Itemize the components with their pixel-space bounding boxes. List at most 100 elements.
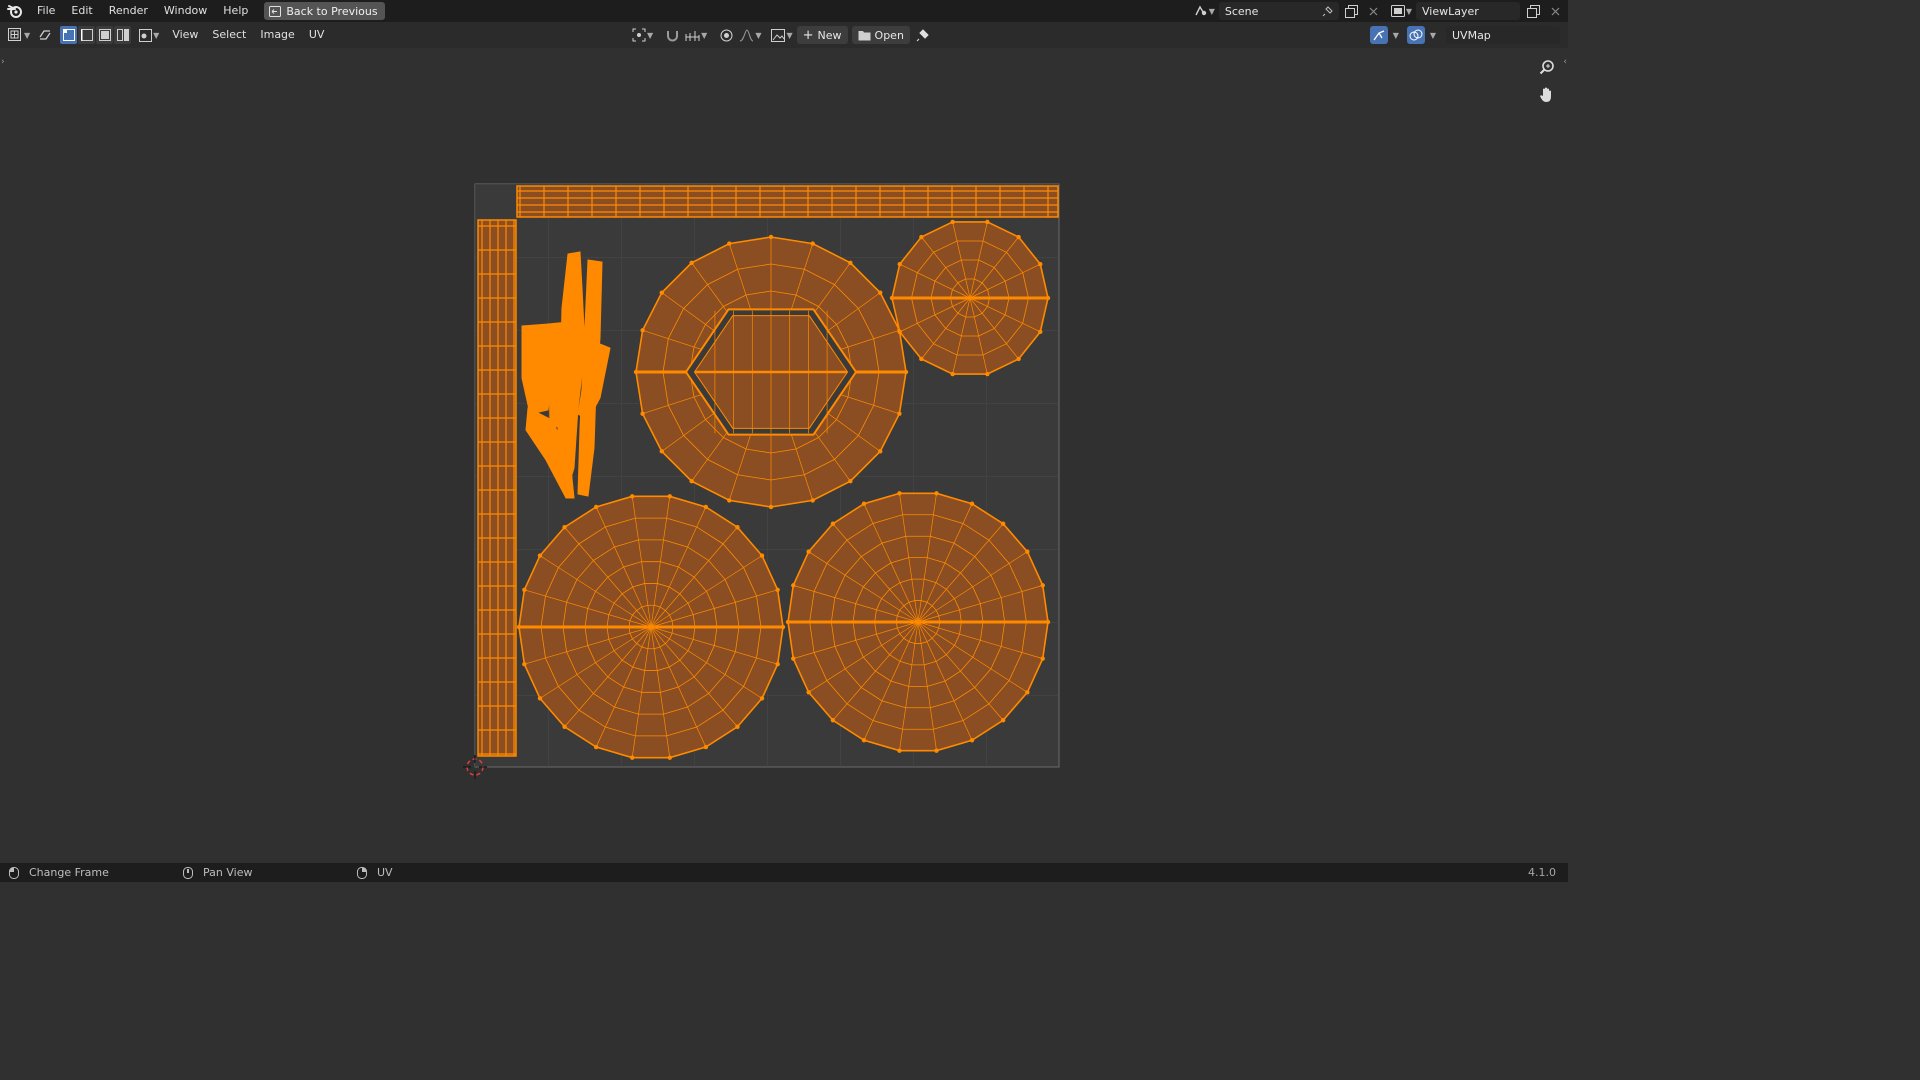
gizmo-toggle[interactable] (1369, 26, 1388, 44)
chevron-down-icon: ▼ (1405, 6, 1412, 16)
back-to-previous-button[interactable]: Back to Previous (264, 2, 385, 20)
chevron-down-icon[interactable]: ▼ (1393, 31, 1399, 40)
uv-island-bottom-left-disk-vertex (537, 553, 543, 558)
uv-island-bottom-left-disk-vertex (703, 504, 709, 510)
blender-logo-icon[interactable] (7, 3, 23, 19)
proportional-editing-toggle[interactable] (717, 26, 735, 44)
open-image-button[interactable]: Open (851, 26, 910, 44)
uv-island-ring-disk-vertex (848, 479, 853, 484)
uv-island-bottom-left-disk-vertex (703, 744, 709, 750)
menu-select[interactable]: Select (205, 22, 253, 48)
uv-layout-canvas[interactable] (0, 48, 1568, 863)
menu-help[interactable]: Help (215, 0, 256, 22)
uv-island-small-disk-vertex (950, 219, 955, 225)
view-layer-selector-button[interactable]: ▼ (1390, 2, 1412, 20)
sync-selection-toggle[interactable] (36, 26, 54, 44)
vertex-select-icon (62, 29, 75, 41)
proportional-falloff-button[interactable]: ▼ (739, 26, 761, 44)
new-image-label: New (817, 28, 842, 42)
uv-island-small-disk-vertex (950, 371, 955, 377)
menu-file[interactable]: File (29, 0, 63, 22)
uv-island-bottom-right-disk-vertex (806, 549, 811, 554)
status-pan-view: Pan View (183, 866, 348, 879)
header-right-tools: ▼ ▼ UVMap (1369, 26, 1560, 44)
status-bar: Change Frame Pan View UV 4.1.0 (0, 863, 1568, 882)
snap-target-button[interactable]: ▼ (685, 26, 707, 44)
uv-island-bottom-right-disk-vertex (1040, 656, 1045, 661)
vertex-select-mode-button[interactable] (60, 26, 78, 44)
uv-island-bottom-left-disk-vertex (775, 587, 780, 593)
scene-selector-button[interactable]: ▼ (1194, 2, 1215, 20)
uv-island-bottom-left-disk-vertex (522, 587, 527, 593)
uv-editor-header: ▼ ▼ View Select Image UV ▼ ▼ ▼ ▼ + New O… (0, 22, 1568, 48)
uv-island-bottom-left-disk-vertex (759, 553, 765, 558)
uv-island-bottom-right-disk-vertex (791, 583, 796, 588)
face-select-mode-button[interactable] (96, 26, 114, 44)
uv-island-ring-disk-vertex (659, 290, 664, 295)
uv-viewport[interactable]: › ‹ (0, 48, 1568, 863)
new-view-layer-button[interactable] (1524, 2, 1542, 20)
uv-island-small-disk-vertex (1038, 329, 1043, 335)
chevron-down-icon: ▼ (786, 30, 793, 40)
edge-select-mode-button[interactable] (78, 26, 96, 44)
island-select-mode-button[interactable] (114, 26, 132, 44)
chevron-down-icon: ▼ (755, 30, 762, 40)
pin-image-button[interactable] (914, 26, 932, 44)
gizmo-icon (1373, 29, 1384, 40)
uv-island-ring-disk-vertex (689, 479, 694, 484)
status-change-frame: Change Frame (9, 866, 174, 879)
uv-island-ring-disk-vertex (810, 498, 815, 503)
uv-island-bottom-right-disk-vertex (1040, 583, 1045, 588)
scene-icon (1195, 5, 1206, 16)
sticky-select-icon (139, 28, 153, 42)
chevron-down-icon: ▼ (153, 30, 160, 40)
menu-edit[interactable]: Edit (63, 0, 100, 22)
sticky-selection-button[interactable]: ▼ (139, 26, 159, 44)
status-change-frame-label: Change Frame (29, 866, 109, 879)
scene-name-field[interactable]: Scene (1218, 2, 1339, 20)
version-label: 4.1.0 (1528, 866, 1556, 879)
menu-uv[interactable]: UV (302, 22, 332, 48)
overlay-toggle[interactable] (1406, 26, 1425, 44)
editor-type-button[interactable]: ▼ (8, 26, 30, 44)
uv-island-ring-disk-vertex (878, 449, 883, 454)
uv-island-finger (521, 323, 553, 415)
image-browse-button[interactable]: ▼ (771, 26, 793, 44)
menu-view[interactable]: View (165, 22, 205, 48)
new-image-button[interactable]: + New (796, 26, 848, 44)
uv-island-bottom-right-disk-vertex (1000, 718, 1006, 723)
uv-island-bottom-right-disk-vertex (969, 501, 975, 506)
falloff-curve-icon (740, 28, 754, 41)
chevron-down-icon[interactable]: ▼ (1430, 31, 1436, 40)
menu-window[interactable]: Window (156, 0, 215, 22)
mouse-left-icon (9, 866, 19, 879)
delete-view-layer-button[interactable] (1546, 2, 1564, 20)
uv-island-bottom-left-disk-vertex (537, 696, 543, 701)
uv-island-bottom-right-disk-vertex (934, 491, 939, 496)
uv-island-small-disk-vertex (1038, 261, 1043, 267)
uv-island-bottom-left-disk-vertex (593, 744, 599, 750)
uv-island-left-strip (477, 219, 517, 757)
uv-island-small-disk-vertex (919, 356, 924, 362)
menu-image[interactable]: Image (253, 22, 301, 48)
uv-map-field[interactable]: UVMap (1446, 26, 1560, 44)
pivot-point-button[interactable]: ▼ (632, 26, 653, 44)
uv-island-bottom-left-disk-vertex (735, 724, 740, 729)
chevron-down-icon: ▼ (701, 30, 708, 40)
uv-island-bottom-left-disk-vertex (735, 525, 740, 530)
edge-select-icon (80, 29, 93, 41)
menu-render[interactable]: Render (101, 0, 156, 22)
uv-island-small-disk-vertex (1016, 234, 1021, 240)
uv-island-bottom-left-disk-vertex (630, 755, 635, 760)
new-scene-button[interactable] (1343, 2, 1361, 20)
pin-icon (917, 28, 930, 41)
image-icon (771, 28, 786, 42)
delete-scene-button[interactable] (1365, 2, 1383, 20)
close-icon (1369, 7, 1378, 15)
uv-island-ring-disk-vertex (640, 328, 645, 333)
view-layer-name-field[interactable]: ViewLayer (1416, 2, 1520, 20)
pin-icon[interactable] (1322, 5, 1333, 17)
back-to-previous-label: Back to Previous (286, 4, 378, 18)
back-screen-icon (269, 5, 282, 17)
snap-toggle[interactable] (663, 26, 681, 44)
